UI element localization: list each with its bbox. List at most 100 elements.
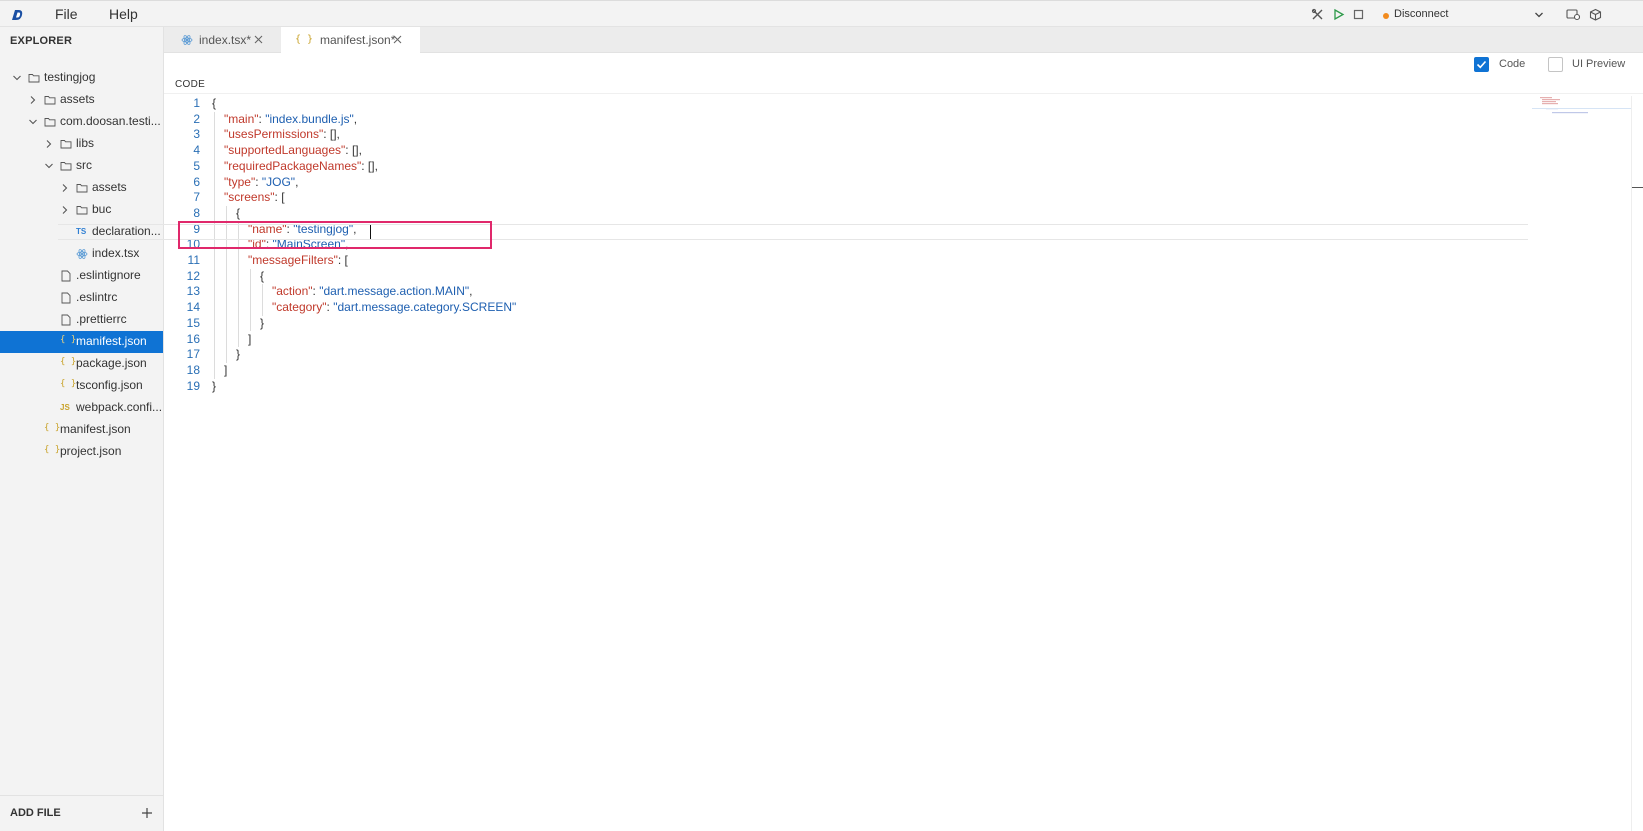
tree-item[interactable]: .prettierrc xyxy=(0,309,163,331)
tab-index-tsx[interactable]: index.tsx* xyxy=(164,27,281,53)
code-line: 12 { xyxy=(164,269,1534,285)
json-string: "dart.message.category.SCREEN" xyxy=(333,300,517,315)
close-icon[interactable] xyxy=(393,35,402,44)
device-settings-icon[interactable] xyxy=(1566,8,1580,21)
add-file-label: ADD FILE xyxy=(10,807,61,819)
tree-item-label: project.json xyxy=(60,444,122,458)
tree-item-label: .prettierrc xyxy=(76,312,127,326)
code-text: ] xyxy=(248,332,251,346)
tree-item-label: manifest.json xyxy=(60,422,131,436)
code-line: 19} xyxy=(164,379,1534,395)
react-icon xyxy=(181,35,193,45)
build-tools-icon[interactable] xyxy=(1311,8,1324,21)
chevron-down-icon[interactable] xyxy=(1534,10,1544,20)
tab-label: manifest.json* xyxy=(320,33,396,47)
tree-item[interactable]: .eslintrc xyxy=(0,287,163,309)
minimap[interactable] xyxy=(1532,96,1632,136)
code-checkbox[interactable] xyxy=(1474,57,1489,72)
line-number: 19 xyxy=(186,378,200,393)
close-icon[interactable] xyxy=(254,35,263,44)
json-punctuation: : [], xyxy=(323,127,340,142)
json-punctuation: : [], xyxy=(345,143,362,158)
tree-item[interactable]: { } manifest.json xyxy=(0,419,163,441)
tree-item[interactable]: assets xyxy=(0,89,163,111)
editor-tab-bar: index.tsx* { } manifest.json* xyxy=(164,27,1643,53)
line-number: 6 xyxy=(193,174,200,189)
menu-help[interactable]: Help xyxy=(109,6,138,22)
tree-item[interactable]: { } tsconfig.json xyxy=(0,375,163,397)
chevron-right-icon[interactable] xyxy=(44,139,54,149)
tree-item[interactable]: testingjog xyxy=(0,67,163,89)
code-line: 17} xyxy=(164,347,1534,363)
chevron-down-icon[interactable] xyxy=(28,117,38,127)
json-punctuation: ] xyxy=(248,331,252,346)
vertical-scrollbar[interactable] xyxy=(1631,96,1632,831)
stop-icon[interactable] xyxy=(1352,8,1365,21)
tree-item[interactable]: assets xyxy=(0,177,163,199)
code-line: 11 "messageFilters": [ xyxy=(164,253,1534,269)
code-text: "usesPermissions": [], xyxy=(224,127,340,141)
folder-icon xyxy=(28,74,40,83)
line-number: 14 xyxy=(186,300,200,315)
code-line: 3 "usesPermissions": [], xyxy=(164,127,1534,143)
json-key: "action" xyxy=(272,284,313,299)
tree-item-label: testingjog xyxy=(44,70,96,84)
code-editor[interactable]: 1{2 "main": "index.bundle.js", 3 "usesPermi… xyxy=(164,96,1639,831)
tree-item[interactable]: JS webpack.confi... xyxy=(0,397,163,419)
json-punctuation: , xyxy=(353,111,358,126)
json-punctuation: } xyxy=(212,378,217,393)
chevron-down-icon[interactable] xyxy=(44,161,54,171)
line-number: 7 xyxy=(193,190,200,205)
code-line: 8{ xyxy=(164,206,1534,222)
line-number: 16 xyxy=(186,331,200,346)
json-punctuation: : [ xyxy=(337,253,348,267)
json-punctuation: : xyxy=(255,174,262,189)
tab-manifest-json[interactable]: { } manifest.json* xyxy=(281,27,420,53)
tree-item[interactable]: { } project.json xyxy=(0,441,163,463)
code-text: "action": "dart.message.action.MAIN", xyxy=(272,284,472,298)
tab-label: index.tsx* xyxy=(199,33,252,47)
package-icon[interactable] xyxy=(1589,8,1602,21)
highlight-annotation-box xyxy=(178,221,492,249)
tree-item[interactable]: .eslintignore xyxy=(0,265,163,287)
javascript-file-icon: JS xyxy=(60,403,70,412)
tree-item-label: buc xyxy=(92,202,112,216)
code-text: "screens": [ xyxy=(224,190,285,204)
code-line: 18] xyxy=(164,363,1534,379)
json-icon: { } xyxy=(295,34,314,45)
tree-item[interactable]: index.tsx xyxy=(0,243,163,265)
code-line: 14 "category": "dart.message.category.SCR… xyxy=(164,300,1534,316)
folder-icon xyxy=(44,96,56,105)
code-text: ] xyxy=(224,363,227,377)
run-icon[interactable] xyxy=(1332,8,1345,21)
line-number: 3 xyxy=(193,127,200,142)
code-text: "type": "JOG", xyxy=(224,175,298,189)
explorer-title: EXPLORER xyxy=(10,35,73,47)
code-line: 2 "main": "index.bundle.js", xyxy=(164,112,1534,128)
chevron-right-icon[interactable] xyxy=(60,183,70,193)
ui-preview-checkbox-label: UI Preview xyxy=(1572,58,1626,70)
code-line: 15} xyxy=(164,316,1534,332)
json-string: "dart.message.action.MAIN" xyxy=(319,284,470,299)
json-file-icon: { } xyxy=(60,357,77,367)
file-icon xyxy=(61,292,71,304)
tree-item[interactable]: { } package.json xyxy=(0,353,163,375)
tree-item[interactable]: buc xyxy=(0,199,163,221)
chevron-right-icon[interactable] xyxy=(28,95,38,105)
app-logo-icon xyxy=(12,10,23,20)
code-line: 16] xyxy=(164,332,1534,348)
menu-file[interactable]: File xyxy=(55,6,78,22)
tree-item[interactable]: { } manifest.json xyxy=(0,331,163,353)
json-key: "requiredPackageNames" xyxy=(224,158,362,173)
tree-item[interactable]: libs xyxy=(0,133,163,155)
ui-preview-checkbox[interactable] xyxy=(1548,57,1563,72)
chevron-right-icon[interactable] xyxy=(60,205,70,215)
code-section-label: CODE xyxy=(175,79,206,90)
code-text: } xyxy=(260,316,264,330)
chevron-down-icon[interactable] xyxy=(12,73,22,83)
typescript-file-icon: TS xyxy=(76,227,87,236)
tree-item[interactable]: src xyxy=(0,155,163,177)
tree-item[interactable]: com.doosan.testi... xyxy=(0,111,163,133)
add-file-plus-icon[interactable] xyxy=(141,807,153,819)
connection-select[interactable]: Disconnect xyxy=(1394,8,1448,20)
